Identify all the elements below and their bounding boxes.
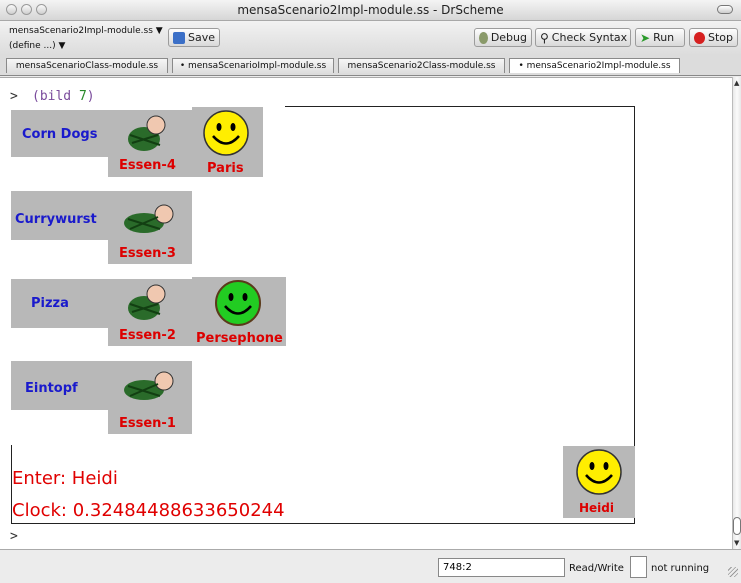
save-button[interactable]: Save [168, 28, 220, 47]
expr-number: 7 [78, 89, 87, 104]
food-label: Corn Dogs [22, 127, 98, 142]
enter-text: Enter: Heidi [12, 468, 118, 489]
baby-icon [124, 371, 174, 400]
smiley-yellow-icon [576, 449, 622, 495]
person-label: Persephone [196, 331, 283, 346]
window-title: mensaScenario2Impl-module.ss - DrScheme [237, 3, 504, 17]
person-label: Paris [207, 161, 244, 176]
define-menu-label: (define ...) [9, 41, 56, 51]
define-menu[interactable]: (define ...) ▼ [9, 41, 65, 51]
save-icon [173, 31, 185, 44]
tab-mensa-scenario2-class[interactable]: mensaScenario2Class-module.ss [338, 58, 505, 73]
tab-mensa-scenario2-impl[interactable]: • mensaScenario2Impl-module.ss [509, 58, 680, 73]
running-status: not running [651, 563, 710, 574]
vertical-scrollbar[interactable]: ▲ ▼ [732, 77, 741, 549]
food-label: Pizza [31, 296, 69, 311]
baby-icon [128, 115, 166, 151]
food-label: Currywurst [15, 212, 97, 227]
tab-mensa-scenario-class[interactable]: mensaScenarioClass-module.ss [6, 58, 168, 73]
toolbar-toggle-button[interactable] [717, 5, 733, 14]
bug-icon [479, 31, 488, 44]
repl-prompt-next[interactable]: > [10, 529, 18, 544]
resize-grip-icon[interactable] [728, 567, 738, 577]
scene-border-top [285, 106, 635, 107]
check-syntax-button[interactable]: ⚲ Check Syntax [535, 28, 631, 47]
stop-button[interactable]: Stop [689, 28, 738, 47]
smiley-yellow-icon [203, 110, 249, 156]
cursor-position-field[interactable]: 748:2 [438, 558, 565, 577]
scroll-up-arrow-icon[interactable]: ▲ [734, 79, 739, 87]
module-menu[interactable]: mensaScenario2Impl-module.ss ▼ [9, 26, 163, 36]
read-write-status: Read/Write [569, 563, 624, 574]
activity-indicator [630, 556, 647, 578]
entering-person-label: Heidi [579, 501, 614, 515]
running-man-icon: ➤ [640, 30, 651, 45]
debug-label: Debug [490, 31, 527, 44]
repl-expression: (bild 7) [32, 89, 95, 104]
run-button[interactable]: ➤ Run [635, 28, 685, 47]
scrollbar-thumb[interactable] [733, 517, 741, 535]
essen-label: Essen-3 [119, 246, 176, 261]
save-label: Save [187, 31, 215, 44]
scroll-down-arrow-icon[interactable]: ▼ [734, 539, 739, 547]
check-syntax-label: Check Syntax [551, 31, 628, 44]
baby-icon [128, 284, 166, 320]
stop-icon [694, 31, 705, 44]
smiley-green-icon [215, 280, 261, 326]
run-label: Run [653, 31, 675, 44]
chevron-down-icon: ▼ [58, 41, 66, 51]
debug-button[interactable]: Debug [474, 28, 532, 47]
repl-prompt: > [10, 89, 18, 104]
expr-close: ) [86, 89, 95, 104]
clock-text: Clock: 0.32484488633650244 [12, 500, 285, 521]
magnifier-icon: ⚲ [540, 30, 549, 45]
baby-icon [124, 204, 174, 233]
food-label: Eintopf [25, 381, 78, 396]
stop-label: Stop [707, 31, 733, 44]
chevron-down-icon: ▼ [155, 26, 163, 36]
essen-label: Essen-1 [119, 416, 176, 431]
module-name-label: mensaScenario2Impl-module.ss [9, 26, 153, 36]
essen-label: Essen-2 [119, 328, 176, 343]
expr-open: (bild [32, 89, 79, 104]
essen-label: Essen-4 [119, 158, 176, 173]
tab-mensa-scenario-impl[interactable]: • mensaScenarioImpl-module.ss [172, 58, 334, 73]
